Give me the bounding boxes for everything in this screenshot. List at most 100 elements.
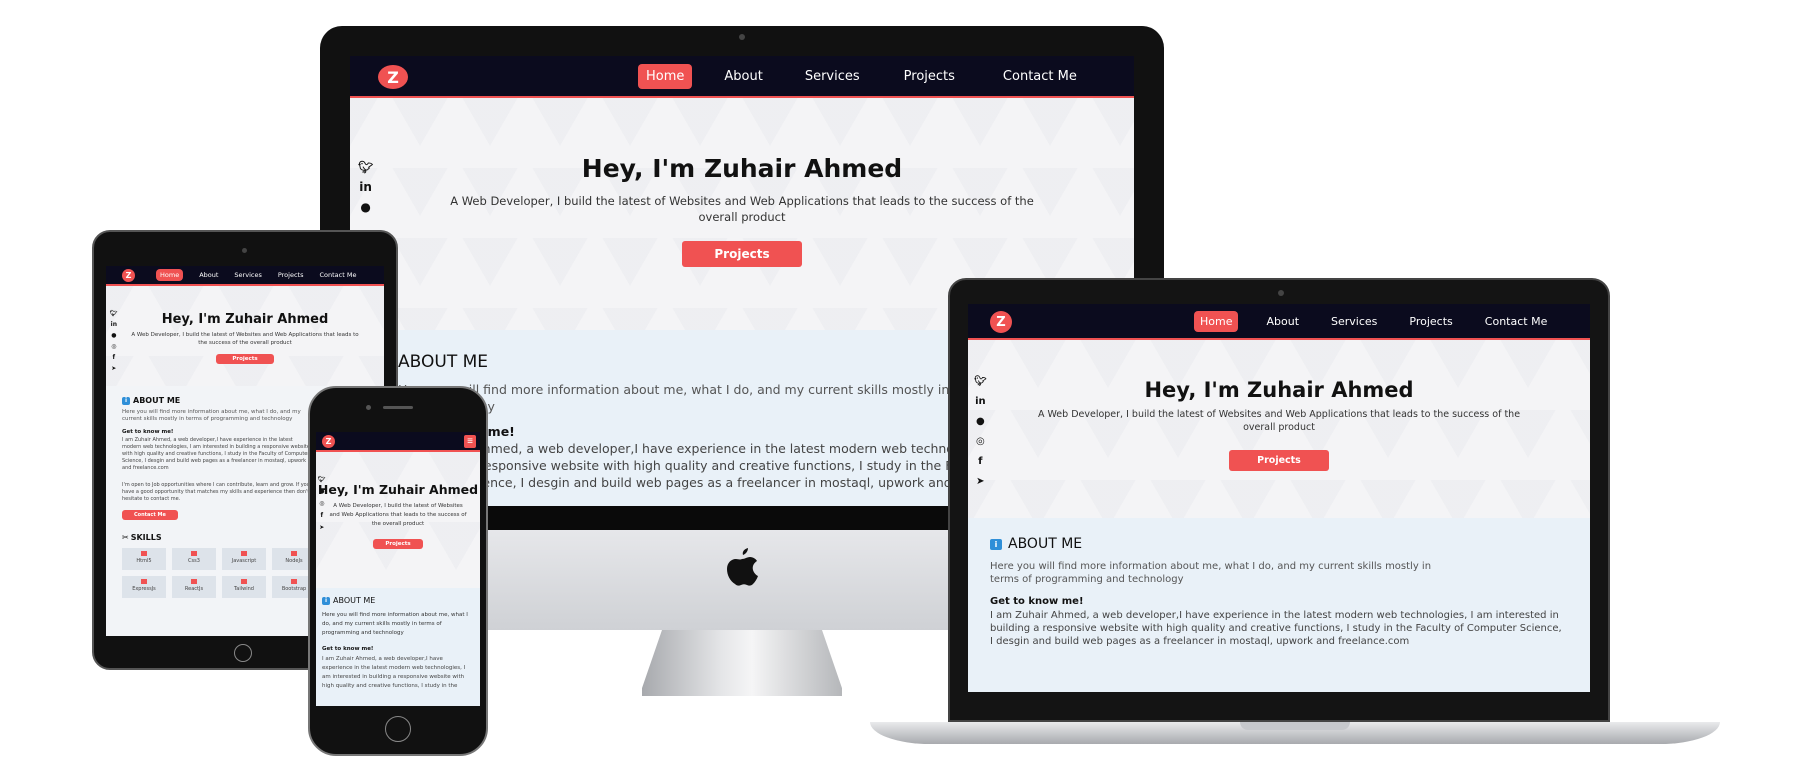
- hero-subtitle: A Web Developer, I build the latest of W…: [450, 194, 1034, 224]
- skill-logo-icon: [141, 579, 147, 584]
- tablet-about-lead: Here you will find more information abou…: [122, 409, 301, 422]
- laptop-menu: Home About Services Projects Contact Me: [1194, 311, 1547, 332]
- phone-device: Z ≡ Hey, I'm Zuhair Ahmed A Web Develope…: [308, 386, 488, 756]
- apple-logo-icon: [725, 548, 759, 588]
- laptop-device: Z Home About Services Projects Contact M…: [870, 278, 1720, 748]
- laptop-about-lead: Here you will find more information abou…: [990, 561, 1432, 585]
- skill-logo-icon: [291, 551, 297, 556]
- laptop-nav-projects[interactable]: Projects: [1409, 311, 1452, 332]
- facebook-icon[interactable]: f: [321, 512, 324, 524]
- github-icon[interactable]: ●: [319, 488, 324, 500]
- tablet-know-body: I am Zuhair Ahmed, a web developer,I hav…: [122, 437, 310, 471]
- skill-label: Bootstrap: [281, 586, 307, 592]
- phone-about-section: i ABOUT ME Here you will find more inform…: [316, 588, 480, 706]
- whatsapp-icon[interactable]: ◎: [319, 500, 324, 512]
- telegram-icon[interactable]: ➤: [319, 524, 324, 536]
- phone-projects-button[interactable]: Projects: [373, 539, 423, 549]
- laptop-about-heading: i ABOUT ME: [990, 536, 1568, 552]
- tablet-hero-title: Hey, I'm Zuhair Ahmed: [161, 312, 329, 327]
- phone-social-bar: 🐦︎ ● ◎ f ➤: [318, 476, 326, 536]
- tablet-hero-subtitle: A Web Developer, I build the latest of W…: [131, 332, 359, 346]
- laptop-nav-about[interactable]: About: [1266, 311, 1299, 332]
- tablet-nav-contact[interactable]: Contact Me: [319, 269, 356, 281]
- phone-hero: Hey, I'm Zuhair Ahmed A Web Developer, I…: [316, 452, 480, 588]
- laptop-social-bar: 🐦︎ in ● ◎ f ➤: [974, 376, 987, 496]
- laptop-projects-button[interactable]: Projects: [1229, 450, 1329, 471]
- linkedin-icon[interactable]: in: [111, 321, 117, 332]
- laptop-navbar: Z Home About Services Projects Contact M…: [968, 304, 1590, 340]
- laptop-know-heading: Get to know me!: [990, 596, 1084, 607]
- nav-home-link[interactable]: Home: [638, 64, 693, 89]
- twitter-icon[interactable]: 🐦︎: [318, 476, 326, 488]
- laptop-nav-contact[interactable]: Contact Me: [1485, 311, 1548, 332]
- phone-know-heading: Get to know me!: [322, 646, 374, 652]
- phone-about-heading: i ABOUT ME: [322, 596, 474, 605]
- skill-label: Tailwind: [234, 586, 254, 592]
- facebook-icon[interactable]: f: [978, 456, 982, 476]
- telegram-icon[interactable]: ➤: [111, 365, 116, 376]
- site-logo-tablet[interactable]: Z: [122, 269, 135, 282]
- tools-icon: ✂: [122, 533, 129, 542]
- tablet-nav-services[interactable]: Services: [234, 269, 261, 281]
- tablet-nav-home[interactable]: Home: [156, 269, 184, 281]
- info-icon: i: [990, 538, 1002, 550]
- laptop-screen: Z Home About Services Projects Contact M…: [968, 304, 1590, 692]
- phone-camera: [366, 405, 371, 410]
- skill-card: Javascript: [222, 548, 266, 570]
- laptop-hero-title: Hey, I'm Zuhair Ahmed: [1144, 378, 1414, 402]
- skill-label: ReactJs: [184, 586, 204, 592]
- whatsapp-icon[interactable]: ◎: [976, 436, 985, 456]
- nav-services-link[interactable]: Services: [803, 64, 862, 89]
- skill-logo-icon: [191, 551, 197, 556]
- twitter-icon[interactable]: 🐦︎: [358, 160, 373, 180]
- site-logo-phone[interactable]: Z: [322, 435, 335, 448]
- whatsapp-icon[interactable]: ◎: [111, 343, 116, 354]
- skill-label: Html5: [136, 558, 152, 564]
- phone-hero-subtitle: A Web Developer, I build the latest of W…: [329, 503, 467, 527]
- laptop-nav-home[interactable]: Home: [1194, 311, 1239, 332]
- nav-projects-link[interactable]: Projects: [902, 64, 957, 89]
- linkedin-icon[interactable]: in: [975, 396, 986, 416]
- monitor-camera: [739, 34, 745, 40]
- skill-card: ExpressJs: [122, 576, 166, 598]
- nav-about-link[interactable]: About: [722, 64, 764, 89]
- site-logo[interactable]: Z: [378, 65, 408, 89]
- phone-navbar: Z ≡: [316, 432, 480, 452]
- hamburger-menu-icon[interactable]: ≡: [464, 435, 476, 448]
- tablet-nav-about[interactable]: About: [199, 269, 218, 281]
- tablet-menu: Home About Services Projects Contact Me: [156, 269, 356, 281]
- skill-card: Html5: [122, 548, 166, 570]
- laptop-about-heading-text: ABOUT ME: [1008, 536, 1083, 552]
- twitter-icon[interactable]: 🐦︎: [974, 376, 987, 396]
- phone-home-button[interactable]: [385, 716, 411, 742]
- nav-contact-link[interactable]: Contact Me: [1001, 64, 1079, 89]
- monitor-menu: Home About Services Projects Contact Me: [638, 64, 1079, 89]
- site-logo-laptop[interactable]: Z: [990, 311, 1012, 333]
- github-icon[interactable]: ●: [976, 416, 985, 436]
- tablet-hero: Hey, I'm Zuhair Ahmed A Web Developer, I…: [106, 286, 384, 386]
- github-icon[interactable]: ●: [360, 200, 370, 220]
- skill-label: Css3: [188, 558, 200, 564]
- tablet-contact-button[interactable]: Contact Me: [122, 510, 178, 520]
- tablet-about-heading-text: ABOUT ME: [133, 396, 181, 405]
- tablet-navbar: Z Home About Services Projects Contact M…: [106, 266, 384, 286]
- monitor-stand: [642, 630, 842, 696]
- skill-logo-icon: [141, 551, 147, 556]
- twitter-icon[interactable]: 🐦︎: [110, 310, 118, 321]
- projects-button[interactable]: Projects: [682, 241, 802, 267]
- laptop-nav-services[interactable]: Services: [1331, 311, 1377, 332]
- telegram-icon[interactable]: ➤: [976, 476, 984, 496]
- skill-label: ExpressJs: [132, 586, 156, 592]
- tablet-projects-button[interactable]: Projects: [216, 354, 274, 364]
- linkedin-icon[interactable]: in: [359, 180, 372, 200]
- monitor-navbar: Z Home About Services Projects Contact M…: [350, 56, 1134, 98]
- facebook-icon[interactable]: f: [113, 354, 116, 365]
- github-icon[interactable]: ●: [111, 332, 116, 343]
- tablet-nav-projects[interactable]: Projects: [278, 269, 304, 281]
- laptop-camera: [1278, 290, 1284, 296]
- laptop-notch: [1240, 722, 1350, 730]
- phone-know-body: I am Zuhair Ahmed, a web developer,I hav…: [322, 656, 466, 689]
- skill-logo-icon: [291, 579, 297, 584]
- skill-label: Javascript: [231, 558, 257, 564]
- tablet-home-button[interactable]: [234, 644, 252, 662]
